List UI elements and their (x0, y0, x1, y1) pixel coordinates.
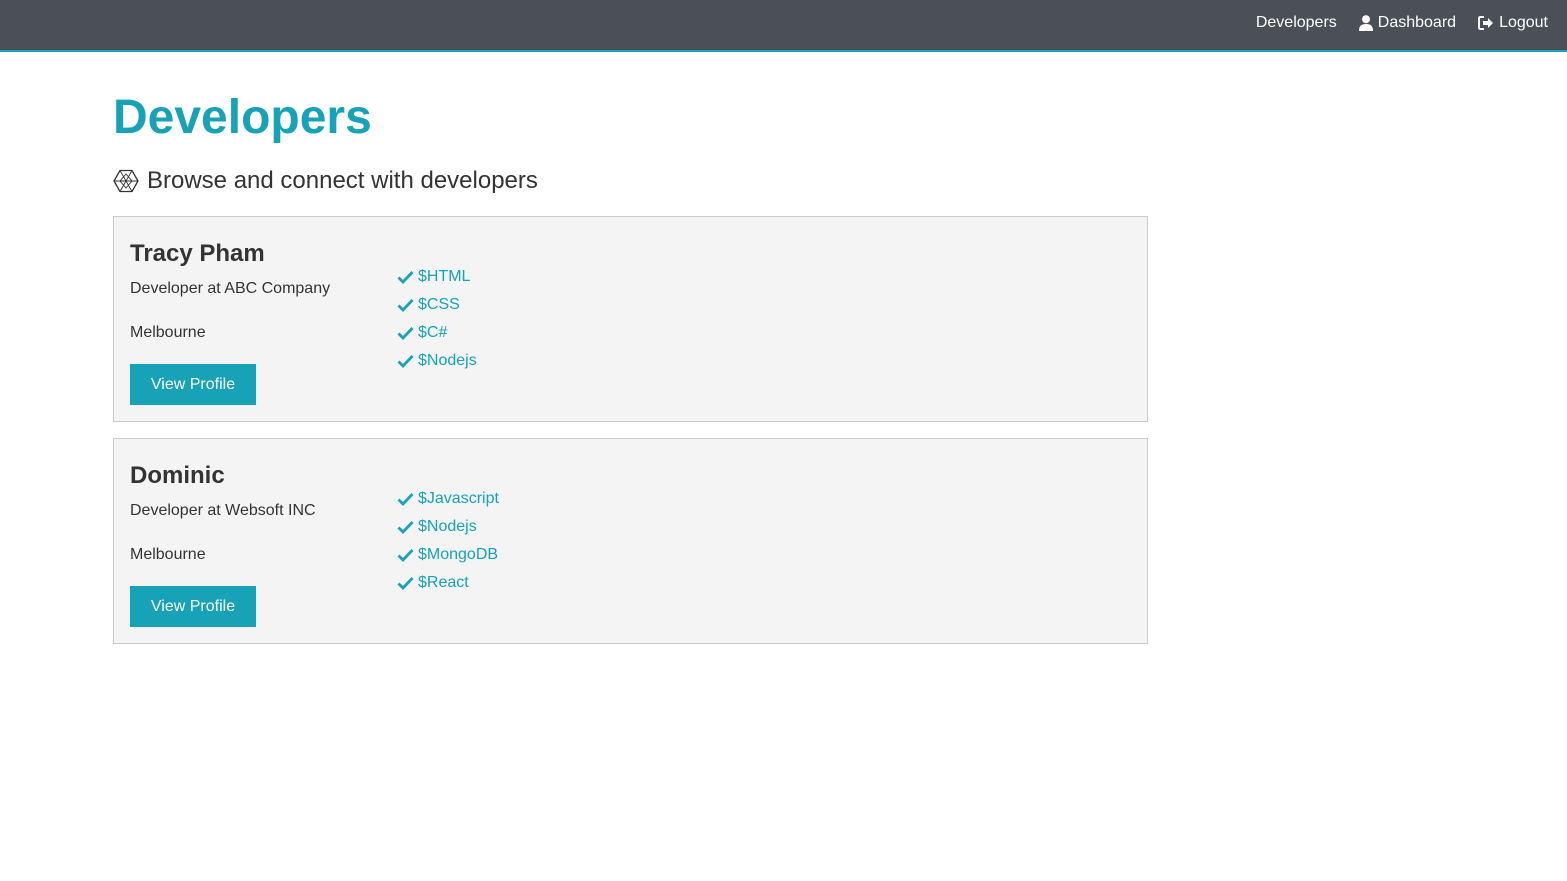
skill-item: $C# (397, 319, 477, 347)
lead-label: Browse and connect with developers (147, 167, 538, 194)
nav-link-dashboard[interactable]: Dashboard (1358, 14, 1457, 32)
profile-location: Melbourne (130, 546, 206, 563)
skill-item: $React (397, 569, 499, 597)
sign-out-icon (1478, 16, 1494, 30)
skills-list: $Javascript $Nodejs $MongoDB $React (397, 485, 499, 597)
page-title: Developers (113, 91, 372, 144)
skill-label: $Nodejs (418, 352, 477, 369)
check-icon (397, 271, 414, 284)
skill-label: $HTML (418, 268, 471, 285)
profile-name: Tracy Pham (130, 240, 265, 267)
skill-label: $MongoDB (418, 546, 499, 563)
skill-item: $CSS (397, 291, 477, 319)
nav-link-label: Logout (1499, 14, 1548, 31)
profile-card: Dominic Developer at Websoft INC Melbour… (113, 438, 1148, 644)
skill-label: $C# (418, 324, 448, 341)
user-icon (1358, 15, 1373, 31)
navbar: Developers Dashboard Logout (0, 0, 1567, 52)
skill-label: $Nodejs (418, 518, 477, 535)
check-icon (397, 577, 414, 590)
skill-item: $Nodejs (397, 347, 477, 375)
nav-links: Developers Dashboard Logout (1234, 0, 1548, 46)
skill-label: $Javascript (418, 490, 499, 507)
skill-label: $CSS (418, 296, 460, 313)
check-icon (397, 299, 414, 312)
profile-status: Developer at Websoft INC (130, 502, 316, 519)
profile-card: Tracy Pham Developer at ABC Company Melb… (113, 216, 1148, 422)
nav-link-logout[interactable]: Logout (1478, 14, 1548, 32)
lead-text: Browse and connect with developers (113, 165, 538, 197)
skill-label: $React (418, 574, 469, 591)
profile-name: Dominic (130, 462, 225, 489)
hexagon-icon (113, 169, 139, 193)
skill-item: $Nodejs (397, 513, 499, 541)
check-icon (397, 355, 414, 368)
profile-location: Melbourne (130, 324, 206, 341)
skill-item: $Javascript (397, 485, 499, 513)
nav-link-label: Dashboard (1377, 14, 1457, 31)
check-icon (397, 493, 414, 506)
check-icon (397, 521, 414, 534)
skills-list: $HTML $CSS $C# $Nodejs (397, 263, 477, 375)
skill-item: $MongoDB (397, 541, 499, 569)
nav-link-developers[interactable]: Developers (1256, 14, 1337, 32)
view-profile-button[interactable]: View Profile (130, 364, 256, 405)
skill-item: $HTML (397, 263, 477, 291)
check-icon (397, 549, 414, 562)
nav-link-label: Developers (1255, 14, 1337, 31)
check-icon (397, 327, 414, 340)
view-profile-button[interactable]: View Profile (130, 586, 256, 627)
profile-status: Developer at ABC Company (130, 280, 331, 297)
